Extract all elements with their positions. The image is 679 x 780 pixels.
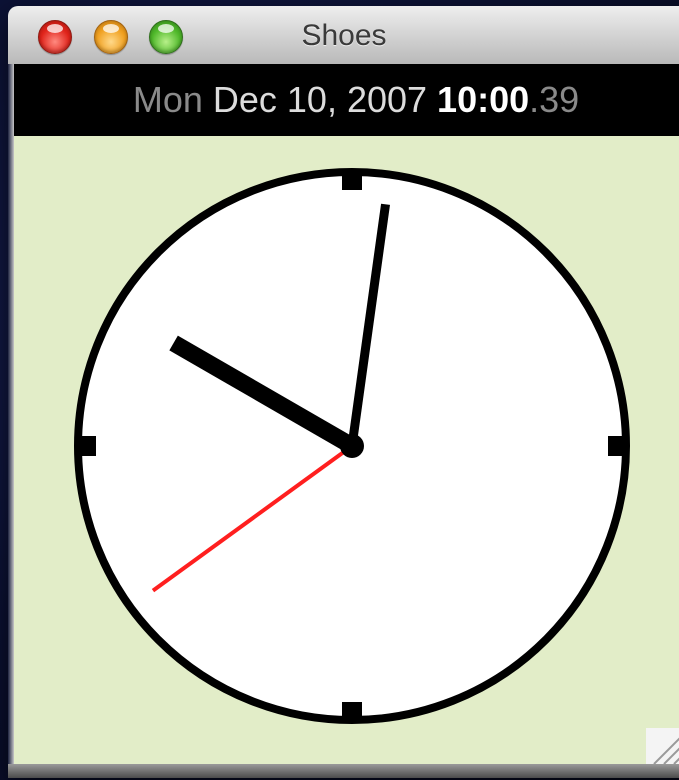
tick-mark-9	[78, 436, 96, 456]
resize-grip-icon[interactable]	[646, 728, 679, 764]
tick-mark-3	[608, 436, 626, 456]
tick-mark-12	[342, 172, 362, 190]
analog-clock	[74, 168, 630, 724]
clock-canvas	[14, 136, 679, 764]
window-bottom-edge	[8, 764, 679, 778]
tick-mark-6	[342, 702, 362, 720]
shoes-window: Shoes Mon Dec 10, 2007 10:00.39	[8, 6, 679, 778]
clock-center-pin	[340, 434, 364, 458]
